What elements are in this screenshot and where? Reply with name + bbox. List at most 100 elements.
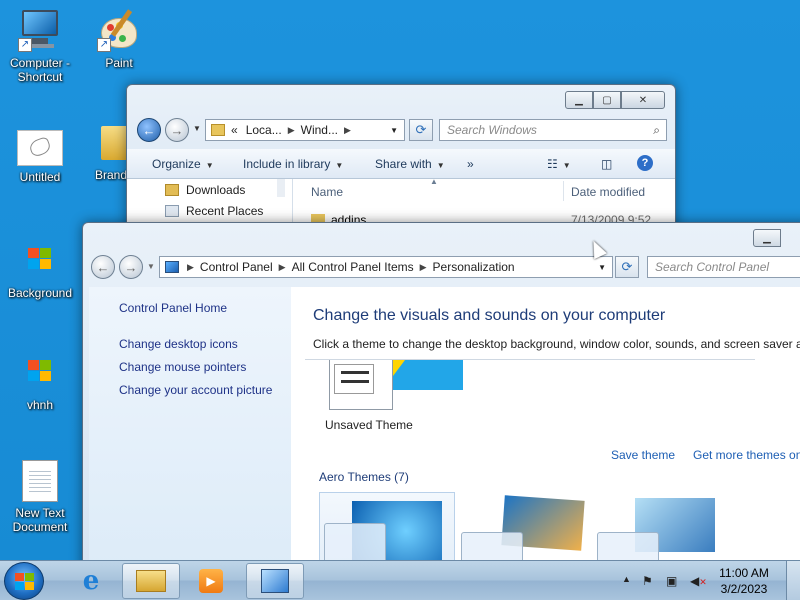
- aero-theme-architecture[interactable]: [459, 492, 595, 560]
- organize-button[interactable]: Organize ▼: [152, 157, 214, 171]
- minimize-button[interactable]: ▁: [753, 229, 781, 247]
- column-header-name[interactable]: Name: [311, 185, 343, 199]
- include-in-library-button[interactable]: Include in library ▼: [243, 157, 343, 171]
- desktop-icon-label: New Text Document: [12, 506, 68, 534]
- desktop-icon-background[interactable]: Background: [2, 238, 78, 300]
- taskbar-internet-explorer[interactable]: e: [62, 563, 120, 599]
- taskbar-control-panel[interactable]: [246, 563, 304, 599]
- control-panel-sidebar: Control Panel Home Change desktop icons …: [89, 287, 291, 560]
- taskbar: e ▶ ▲ ⚑ ▣ ◀✕ 11:00 AM 3/2/2023: [0, 560, 800, 600]
- nav-item-downloads[interactable]: Downloads: [165, 183, 245, 197]
- control-panel-icon: [261, 569, 289, 593]
- address-segment[interactable]: Loca...: [246, 123, 282, 137]
- aero-theme-windows-7[interactable]: [319, 492, 455, 560]
- system-clock[interactable]: 11:00 AM 3/2/2023: [712, 565, 776, 597]
- column-header-date-modified[interactable]: Date modified: [571, 185, 645, 199]
- get-more-themes-link[interactable]: Get more themes on: [693, 448, 800, 462]
- sort-indicator-icon: ▲: [430, 177, 438, 186]
- desktop: ↗ Computer - Shortcut ↗ Paint Untitled B…: [0, 0, 800, 560]
- nav-item-recent-places[interactable]: Recent Places: [165, 204, 263, 218]
- address-overflow[interactable]: «: [231, 123, 238, 137]
- address-dropdown-icon[interactable]: ▼: [598, 263, 606, 272]
- change-account-picture-link[interactable]: Change your account picture: [119, 383, 272, 397]
- internet-explorer-icon: e: [82, 566, 100, 596]
- taskbar-media-player[interactable]: ▶: [182, 563, 240, 599]
- preview-pane-icon[interactable]: ◫: [601, 157, 612, 171]
- explorer-command-bar: Organize ▼ Include in library ▼ Share with…: [127, 149, 675, 179]
- desktop-icon-label: Untitled: [19, 170, 61, 184]
- explorer-address-bar[interactable]: « Loca... ▶ Wind... ▶ ▼: [205, 119, 405, 141]
- desktop-icon-vhnh[interactable]: vhnh: [2, 350, 78, 412]
- window-preview-icon: [597, 532, 659, 560]
- change-desktop-icons-link[interactable]: Change desktop icons: [119, 337, 238, 351]
- recent-pages-icon[interactable]: ▼: [147, 262, 155, 271]
- network-icon[interactable]: ▣: [666, 574, 677, 588]
- address-segment[interactable]: Control Panel: [200, 260, 273, 274]
- windows-logo-icon: [15, 573, 35, 591]
- start-button[interactable]: [4, 562, 44, 600]
- back-button[interactable]: ←: [137, 118, 161, 142]
- minimize-button[interactable]: ▁: [565, 91, 593, 109]
- control-panel-home-link[interactable]: Control Panel Home: [119, 301, 227, 315]
- recent-places-icon: [165, 205, 179, 217]
- save-theme-link[interactable]: Save theme: [611, 448, 675, 462]
- explorer-search-input[interactable]: Search Windows ⌕: [439, 119, 667, 141]
- refresh-button[interactable]: ⟳: [615, 256, 639, 278]
- windows-logo-icon: [18, 350, 62, 394]
- refresh-button[interactable]: ⟳: [409, 119, 433, 141]
- window-preview-icon: [461, 532, 523, 560]
- explorer-titlebar[interactable]: ▁ ▢ ✕: [127, 85, 675, 115]
- address-segment[interactable]: All Control Panel Items: [292, 260, 414, 274]
- paint-icon: ↗: [97, 8, 141, 52]
- control-panel-search-input[interactable]: Search Control Panel: [647, 256, 800, 278]
- search-icon: ⌕: [653, 123, 660, 137]
- control-panel-address-bar[interactable]: ▶ Control Panel ▶ All Control Panel Item…: [159, 256, 613, 278]
- taskbar-windows-explorer[interactable]: [122, 563, 180, 599]
- address-segment[interactable]: Personalization: [433, 260, 515, 274]
- forward-button[interactable]: →: [119, 255, 143, 279]
- desktop-icon-label: vhnh: [26, 398, 54, 412]
- address-dropdown-icon[interactable]: ▼: [390, 126, 398, 135]
- aero-themes-heading: Aero Themes (7): [319, 470, 409, 484]
- control-panel-icon: [165, 261, 179, 273]
- address-segment[interactable]: Wind...: [301, 123, 338, 137]
- desktop-icon-label: Paint: [105, 56, 133, 70]
- volume-muted-icon[interactable]: ◀✕: [690, 574, 707, 588]
- action-center-flag-icon[interactable]: ⚑: [642, 574, 653, 588]
- close-button[interactable]: ✕: [621, 91, 665, 109]
- share-with-button[interactable]: Share with ▼: [375, 157, 445, 171]
- help-icon[interactable]: ?: [637, 155, 653, 171]
- text-document-icon: [22, 460, 58, 502]
- explorer-window[interactable]: ▁ ▢ ✕ ← → ▼ « Loca... ▶ Wind... ▶ ▼ ⟳ Se…: [126, 84, 676, 244]
- window-preview-icon: [324, 523, 386, 560]
- image-icon: [17, 130, 63, 166]
- desktop-icon-untitled[interactable]: Untitled: [2, 126, 78, 184]
- back-button[interactable]: ←: [91, 255, 115, 279]
- clock-time: 11:00 AM: [719, 566, 769, 580]
- recent-pages-icon[interactable]: ▼: [193, 124, 201, 133]
- unsaved-theme-label: Unsaved Theme: [325, 418, 413, 432]
- unsaved-theme-background-preview: [393, 360, 463, 390]
- windows-logo-icon: [18, 238, 62, 282]
- more-commands-button[interactable]: »: [467, 157, 474, 171]
- control-panel-titlebar[interactable]: ▁: [83, 223, 800, 253]
- forward-button[interactable]: →: [165, 118, 189, 142]
- media-player-icon: ▶: [199, 569, 223, 593]
- maximize-button[interactable]: ▢: [593, 91, 621, 109]
- downloads-folder-icon: [165, 184, 179, 196]
- control-panel-window[interactable]: ▁ ← → ▼ ▶ Control Panel ▶ All Control Pa…: [82, 222, 800, 560]
- change-mouse-pointers-link[interactable]: Change mouse pointers: [119, 360, 246, 374]
- desktop-icon-new-text-document[interactable]: New Text Document: [2, 460, 78, 534]
- desktop-icon-paint[interactable]: ↗ Paint: [81, 8, 157, 70]
- aero-theme-characters[interactable]: [595, 492, 731, 560]
- unsaved-theme-tile[interactable]: [329, 360, 393, 410]
- nav-scrollbar[interactable]: [277, 179, 285, 197]
- clock-date: 3/2/2023: [720, 582, 768, 596]
- desktop-icon-computer-shortcut[interactable]: ↗ Computer - Shortcut: [2, 8, 78, 84]
- change-view-button[interactable]: ☷ ▼: [547, 157, 571, 171]
- show-hidden-icons-icon[interactable]: ▲: [622, 574, 631, 584]
- show-desktop-button[interactable]: [786, 561, 800, 600]
- desktop-icon-label: Background: [7, 286, 73, 300]
- personalization-content: Change the visuals and sounds on your co…: [291, 287, 800, 560]
- window-preview-icon: [334, 364, 374, 394]
